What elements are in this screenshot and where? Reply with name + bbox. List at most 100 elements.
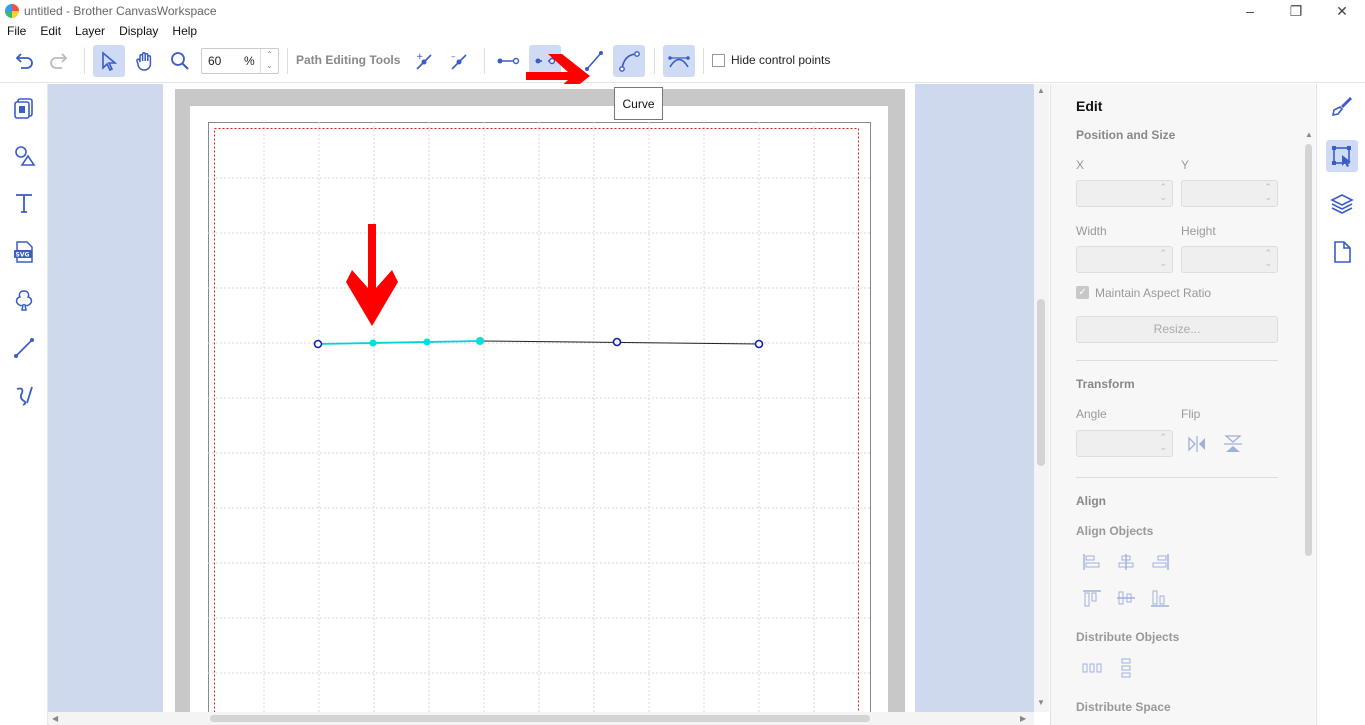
svg-import-icon: SVG [14,241,33,263]
flip-horizontal-icon[interactable] [1186,434,1208,454]
svg-text:+: + [416,52,424,62]
resize-button[interactable]: Resize... [1076,316,1278,343]
control-point[interactable] [369,339,377,347]
zoom-tool-button[interactable] [164,45,196,77]
select-tool-button[interactable] [93,45,125,77]
layers-icon [1330,194,1354,214]
curve-button[interactable] [613,45,645,77]
pattern-button[interactable] [8,284,40,316]
y-input[interactable] [1181,180,1278,207]
curve-tooltip: Curve [614,87,663,120]
menu-layer[interactable]: Layer [68,24,112,38]
edit-tab[interactable] [1326,140,1358,172]
canvas-vertical-scrollbar[interactable]: ▲ ▼ [1034,84,1049,712]
shapes-icon [15,146,36,166]
angle-input[interactable] [1076,430,1173,457]
svg-text:SVG: SVG [16,252,30,259]
right-toolbar [1316,84,1365,725]
path-anchor[interactable] [754,339,764,349]
control-point[interactable] [476,337,484,345]
zoom-stepper[interactable]: ⌃ ⌄ [260,49,278,73]
smooth-curve-button[interactable] [663,45,695,77]
cutting-grid [208,122,872,712]
panel-scrollbar[interactable]: ▲ [1303,128,1315,725]
align-center-icon[interactable] [1115,552,1137,572]
distribute-vertical-icon[interactable] [1115,658,1137,678]
zoom-unit: % [244,54,255,68]
canvas-area[interactable] [48,84,1034,712]
angle-label: Angle [1076,407,1107,421]
control-point[interactable] [423,338,431,346]
paint-icon [1331,97,1352,117]
edit-panel: Edit Position and Size X Y Width Height … [1050,84,1315,725]
menu-edit[interactable]: Edit [33,24,68,38]
maintain-aspect-checkbox[interactable]: ✓ [1076,286,1089,299]
position-size-heading: Position and Size [1076,128,1176,142]
flip-label: Flip [1181,407,1201,421]
minimize-button[interactable]: – [1227,0,1273,22]
restore-button[interactable]: ❐ [1273,0,1319,22]
svg-text:–: – [451,52,456,62]
page-tab[interactable] [1326,236,1358,268]
line-icon [14,338,34,358]
window-title: untitled - Brother CanvasWorkspace [24,4,217,18]
zoom-value: 60 [208,54,222,68]
height-input[interactable] [1181,246,1278,273]
panel-title: Edit [1076,98,1103,114]
close-button[interactable]: ✕ [1319,0,1365,22]
left-toolbar: SVG [0,84,48,725]
layers-tab[interactable] [1326,188,1358,220]
align-middle-icon[interactable] [1115,588,1137,608]
flip-vertical-icon[interactable] [1222,434,1244,454]
align-objects-label: Align Objects [1076,524,1154,538]
horizontal-scroll-thumb[interactable] [210,715,870,722]
freehand-button[interactable] [8,379,40,411]
path-anchor[interactable] [313,339,323,349]
height-label: Height [1181,224,1216,238]
hand-tool-button[interactable] [129,45,161,77]
undo-icon [15,53,33,69]
transform-heading: Transform [1076,377,1135,391]
toolbar: 60 % ⌃ ⌄ Path Editing Tools + – Hide cont… [0,40,1365,83]
canvas-horizontal-scrollbar[interactable]: ◀ ▶ [48,712,1034,725]
zoom-input[interactable]: 60 % ⌃ ⌄ [201,48,279,74]
magnifier-icon [171,52,189,70]
distribute-horizontal-icon[interactable] [1081,658,1103,678]
align-top-icon[interactable] [1081,588,1103,608]
x-label: X [1076,158,1085,172]
annotation-arrow-down [346,224,398,326]
svg-import-button[interactable]: SVG [8,236,40,268]
project-button[interactable] [8,92,40,124]
menu-display[interactable]: Display [112,24,165,38]
menu-help[interactable]: Help [165,24,204,38]
pattern-icon [15,290,33,311]
align-left-icon[interactable] [1081,552,1103,572]
align-heading: Align [1076,494,1106,508]
path-anchor[interactable] [612,337,622,347]
undo-button[interactable] [8,45,40,77]
text-icon [16,194,32,213]
y-label: Y [1181,158,1190,172]
delete-point-icon: – [451,52,467,70]
text-button[interactable] [8,187,40,219]
panel-scroll-thumb[interactable] [1305,144,1312,556]
distribute-objects-label: Distribute Objects [1076,630,1180,644]
line-button[interactable] [8,332,40,364]
edit-icon [1332,146,1351,167]
align-bottom-icon[interactable] [1149,588,1171,608]
x-input[interactable] [1076,180,1173,207]
redo-button[interactable] [43,45,75,77]
menu-file[interactable]: File [0,24,33,38]
shapes-button[interactable] [8,140,40,172]
app-logo-icon [5,4,19,18]
path-editing-label: Path Editing Tools [296,53,401,67]
delete-point-button[interactable]: – [443,45,475,77]
hide-control-points-checkbox[interactable] [712,54,725,67]
paint-tab[interactable] [1326,90,1358,122]
align-right-icon[interactable] [1149,552,1171,572]
hide-control-points-label: Hide control points [731,53,831,67]
title-bar: untitled - Brother CanvasWorkspace – ❐ ✕ [0,0,1365,22]
add-point-button[interactable]: + [408,45,440,77]
vertical-scroll-thumb[interactable] [1037,299,1045,466]
width-input[interactable] [1076,246,1173,273]
